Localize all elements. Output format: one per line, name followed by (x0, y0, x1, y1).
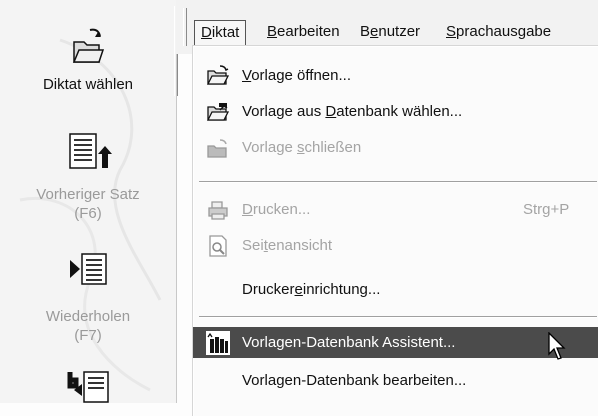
toolbar-label: Wiederholen (45, 308, 131, 325)
next-sentence-icon (64, 368, 112, 403)
printer-icon (206, 198, 230, 222)
menu-item-label: Vorlage aus Datenbank wählen... (242, 103, 463, 120)
toolbar-label: Vorheriger Satz (36, 186, 140, 203)
toolbar-button-wiederholen[interactable]: Wiederholen (F7) (0, 250, 176, 346)
menu-item-seitenansicht[interactable]: Seitenansicht (193, 230, 598, 261)
menu-item-label: Druckereinrichtung... (242, 281, 381, 298)
menu-sprachausgabe[interactable]: Sprachausgabe (440, 20, 557, 44)
menu-item-label: Vorlagen-Datenbank Assistent... (242, 334, 456, 351)
menu-item-vorlage-oeffnen[interactable]: Vorlage öffnen... (193, 60, 598, 91)
books-wizard-icon (206, 331, 230, 355)
database-folder-icon (206, 100, 230, 124)
toolbar-sublabel: (F7) (74, 327, 102, 344)
menu-diktat[interactable]: Diktat (194, 20, 247, 45)
menu-item-datenbank-bearbeiten[interactable]: Vorlagen-Datenbank bearbeiten... (193, 365, 598, 396)
menu-item-label: Vorlagen-Datenbank bearbeiten... (242, 372, 467, 389)
menu-item-label: Vorlage öffnen... (242, 67, 351, 84)
menu-item-label: Seitenansicht (242, 237, 333, 254)
menu-separator (199, 181, 597, 183)
menu-item-druckereinrichtung[interactable]: Druckereinrichtung... (193, 274, 598, 305)
previous-sentence-icon (64, 130, 112, 176)
diktat-dropdown-menu: Vorlage öffnen... Vorlage aus Datenbank … (192, 45, 598, 416)
repeat-icon (64, 250, 112, 290)
toolbar-button-diktat-waehlen[interactable]: Diktat wählen (0, 22, 176, 95)
menu-item-label: Vorlage schließen (242, 139, 362, 156)
menu-separator (199, 316, 597, 318)
menu-item-datenbank-assistent[interactable]: Vorlagen-Datenbank Assistent... (193, 327, 598, 358)
folder-open-icon (68, 22, 108, 66)
menu-item-drucken[interactable]: Drucken... Strg+P (193, 194, 598, 225)
toolbar-button-vorheriger-satz[interactable]: Vorheriger Satz (F6) (0, 130, 176, 224)
menu-item-shortcut: Strg+P (523, 201, 570, 218)
page-preview-icon (206, 234, 230, 258)
left-toolbar: Diktat wählen Vorheriger Satz (F6) Wiede… (0, 0, 177, 403)
mouse-cursor-icon (548, 332, 566, 360)
open-folder-icon (206, 64, 230, 88)
menu-benutzer[interactable]: Benutzer (354, 20, 426, 44)
close-folder-icon (206, 136, 230, 160)
toolbar-sublabel: (F6) (74, 205, 102, 222)
menu-item-vorlage-schliessen[interactable]: Vorlage schließen (193, 132, 598, 163)
menu-bearbeiten[interactable]: Bearbeiten (261, 20, 346, 44)
menubar-grip[interactable] (183, 8, 187, 46)
menu-item-vorlage-aus-datenbank[interactable]: Vorlage aus Datenbank wählen... (193, 96, 598, 127)
menu-item-label: Drucken... (242, 201, 311, 218)
toolbar-button-partial[interactable] (0, 368, 176, 403)
toolbar-label: Diktat wählen (42, 76, 134, 93)
